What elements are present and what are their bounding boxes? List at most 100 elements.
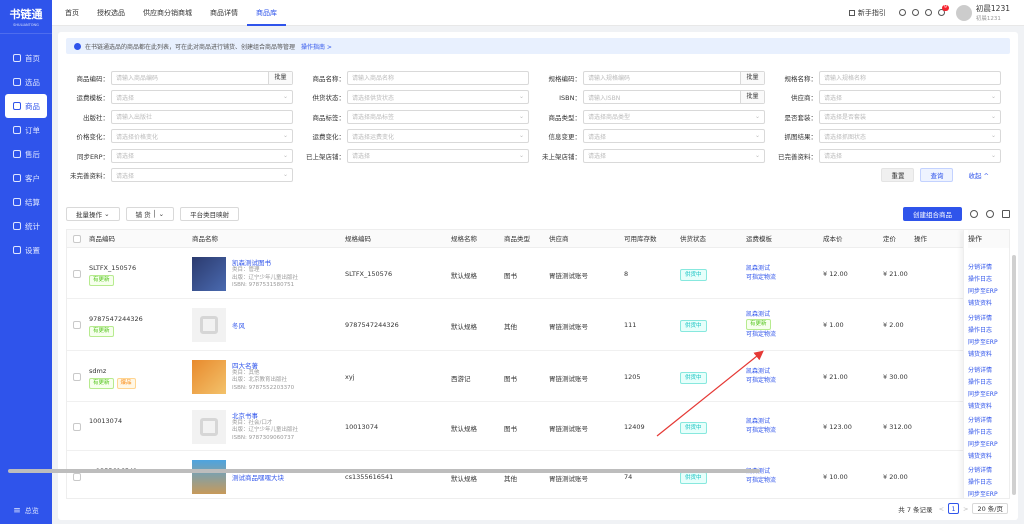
gear-icon[interactable]: [986, 210, 994, 218]
export-icon[interactable]: [1002, 210, 1010, 218]
product-image[interactable]: [192, 359, 226, 394]
sidebar-item[interactable]: 商品: [5, 94, 47, 118]
filter-input[interactable]: 请输入规格名称: [819, 70, 1001, 85]
collapse-filters-button[interactable]: 收起 ^: [959, 168, 998, 183]
sidebar-item[interactable]: 客户: [0, 166, 52, 190]
page-size-select[interactable]: 20 条/页: [972, 503, 1008, 514]
operation-guide-link[interactable]: 操作指南 >: [301, 42, 332, 51]
horizontal-scrollbar[interactable]: [8, 469, 760, 473]
filter-input[interactable]: 请选择供货状态 ⌄: [347, 90, 529, 105]
bell-icon[interactable]: 9: [937, 5, 949, 16]
create-combo-button[interactable]: 创建组合商品: [903, 207, 962, 221]
filter-input[interactable]: 请选择商品类型 ⌄: [583, 109, 765, 124]
headset-icon[interactable]: [911, 9, 919, 16]
refresh-icon[interactable]: [970, 210, 978, 218]
batch-button[interactable]: 批量: [268, 71, 292, 84]
brand-logo[interactable]: 书链通 SHULIANTONG: [0, 0, 52, 34]
operation-link[interactable]: 操作日志: [968, 377, 992, 389]
filter-input[interactable]: 请输入出版社: [111, 109, 293, 124]
operation-link[interactable]: 操作日志: [968, 427, 992, 439]
sidebar-collapse-button[interactable]: ≡ 总览: [0, 506, 52, 516]
top-tab[interactable]: 授权选品: [88, 0, 134, 26]
filter-input[interactable]: 请选择 ⌄: [583, 129, 765, 144]
operation-link[interactable]: 同步至ERP: [968, 489, 998, 498]
filter-input[interactable]: 请选择 ⌄: [819, 148, 1001, 163]
page-number[interactable]: 1: [948, 503, 960, 514]
shipping-template-link[interactable]: 凯森测试: [746, 310, 776, 319]
operation-link[interactable]: 操作日志: [968, 325, 992, 337]
operation-link[interactable]: 铺货资料: [968, 298, 992, 310]
product-image[interactable]: [192, 257, 226, 291]
vertical-scrollbar[interactable]: [1012, 255, 1016, 495]
product-image[interactable]: [192, 308, 226, 342]
operation-link[interactable]: 同步至ERP: [968, 286, 998, 298]
shipping-template-link[interactable]: 凯森测试: [746, 264, 776, 273]
filter-input[interactable]: 请选择抓图状态 ⌄: [819, 129, 1001, 144]
filter-input[interactable]: 请输入商品名称: [347, 70, 529, 85]
shipping-option-link[interactable]: 可指定物流: [746, 273, 776, 282]
avatar[interactable]: [955, 4, 972, 21]
prev-page-icon[interactable]: <: [939, 505, 944, 513]
shipping-template-link[interactable]: 凯森测试: [746, 367, 776, 376]
operation-link[interactable]: 操作日志: [968, 274, 992, 286]
top-tab[interactable]: 首页: [56, 0, 88, 26]
batch-button[interactable]: 批量: [740, 71, 764, 84]
filter-input[interactable]: 请选择 ⌄: [819, 90, 1001, 105]
document-icon[interactable]: [924, 9, 932, 16]
batch-button[interactable]: 批量: [740, 91, 764, 104]
filter-input[interactable]: 请选择 ⌄: [583, 148, 765, 163]
operation-link[interactable]: 分销详情: [968, 313, 992, 325]
shipping-option-link[interactable]: 可指定物流: [746, 330, 776, 339]
operation-link[interactable]: 同步至ERP: [968, 439, 998, 451]
batch-operation-button[interactable]: 批量操作 ⌄: [66, 207, 120, 221]
product-image[interactable]: [192, 460, 226, 494]
product-name-link[interactable]: 测试商品嘿嘿大块: [232, 472, 284, 482]
filter-input[interactable]: 请选择 ⌄: [111, 148, 293, 163]
operation-link[interactable]: 铺货资料: [968, 349, 992, 361]
product-name-link[interactable]: 冬风: [232, 320, 245, 330]
category-mapping-button[interactable]: 平台类目映射: [180, 207, 240, 221]
query-button[interactable]: 查询: [920, 168, 954, 183]
operation-link[interactable]: 分销详情: [968, 415, 992, 427]
row-checkbox[interactable]: [73, 372, 81, 381]
operation-link[interactable]: 分销详情: [968, 465, 992, 477]
filter-input[interactable]: 请输入ISBN 批量: [583, 90, 765, 105]
operation-link[interactable]: 铺货资料: [968, 451, 992, 463]
filter-input[interactable]: 请选择是否套装 ⌄: [819, 109, 1001, 124]
top-tab[interactable]: 商品库: [247, 0, 286, 26]
filter-input[interactable]: 请选择 ⌄: [111, 90, 293, 105]
theme-icon[interactable]: [898, 9, 906, 16]
sidebar-item[interactable]: 统计: [0, 214, 52, 238]
filter-input[interactable]: 请选择运费变化 ⌄: [347, 129, 529, 144]
operation-link[interactable]: 分销详情: [968, 365, 992, 377]
top-tab[interactable]: 商品详情: [201, 0, 247, 26]
sidebar-item[interactable]: 设置: [0, 238, 52, 262]
distribute-button[interactable]: 铺 货 │ ⌄: [125, 207, 175, 221]
row-checkbox[interactable]: [73, 473, 81, 481]
operation-link[interactable]: 分销详情: [968, 262, 992, 274]
filter-input[interactable]: 请选择 ⌄: [111, 168, 293, 183]
operation-link[interactable]: 同步至ERP: [968, 389, 998, 401]
reset-button[interactable]: 重置: [881, 168, 915, 183]
operation-link[interactable]: 铺货资料: [968, 401, 992, 413]
sidebar-item[interactable]: 结算: [0, 190, 52, 214]
product-name-link[interactable]: 凯森测试图书: [232, 257, 298, 267]
filter-input[interactable]: 请选择 ⌄: [347, 148, 529, 163]
shipping-template-link[interactable]: 凯森测试: [746, 417, 776, 426]
product-name-link[interactable]: 四大名著: [232, 360, 294, 370]
shipping-option-link[interactable]: 可指定物流: [746, 426, 776, 435]
filter-input[interactable]: 请选择商品标签 ⌄: [347, 109, 529, 124]
user-info[interactable]: 初晨1231 初晨1231: [976, 3, 1010, 22]
sidebar-item[interactable]: 首页: [0, 46, 52, 70]
shipping-option-link[interactable]: 可指定物流: [746, 376, 776, 385]
operation-link[interactable]: 操作日志: [968, 477, 992, 489]
row-checkbox[interactable]: [73, 422, 81, 431]
guide-button[interactable]: 新手指引: [848, 8, 886, 18]
sidebar-item[interactable]: 订单: [0, 118, 52, 142]
row-checkbox[interactable]: [73, 270, 81, 278]
product-name-link[interactable]: 北京书事: [232, 410, 298, 420]
sidebar-item[interactable]: 售后: [0, 142, 52, 166]
filter-input[interactable]: 请输入规格编码 批量: [583, 70, 765, 85]
next-page-icon[interactable]: >: [963, 505, 968, 513]
shipping-option-link[interactable]: 可指定物流: [746, 476, 776, 485]
